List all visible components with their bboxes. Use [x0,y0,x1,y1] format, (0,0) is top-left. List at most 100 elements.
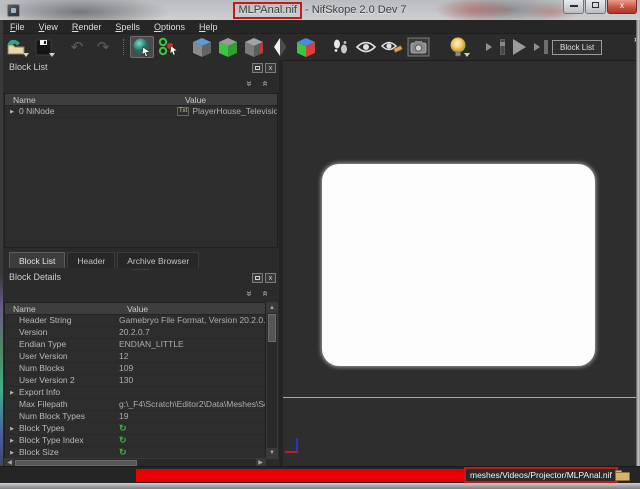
camera-icon [407,37,430,57]
block-list-rows: ▶0 NiNodeTxtPlayerHouse_Television0... [5,106,277,118]
folder-icon[interactable] [615,470,630,481]
view-cube-gray-button[interactable] [242,36,266,58]
row-name: Block Types [19,423,119,434]
block-list-header-row[interactable]: Name Value [5,94,277,106]
view-cube-rgb-button[interactable] [294,36,318,58]
mini-play-icon-2[interactable] [534,43,540,51]
screenshot-button[interactable] [406,36,430,58]
table-row[interactable]: Endian TypeENDIAN_LITTLE [5,339,265,351]
tv-screen-mesh[interactable] [322,164,595,366]
row-value: 20.2.0.7 [119,327,265,338]
float-icon [255,66,260,70]
show-hidden-button[interactable] [354,36,378,58]
expand-arrow-icon[interactable]: ▶ [5,447,19,458]
3d-viewport[interactable] [283,60,636,466]
draw-overlay-button[interactable] [380,36,404,58]
cube-blue-top-icon [192,37,213,58]
toolbar-grip[interactable] [544,40,548,54]
window-title: MLPAnal.nif - NifSkope 2.0 Dev 7 [0,2,640,19]
row-value: TxtPlayerHouse_Television0... [177,106,277,117]
close-panel-button-2[interactable]: x [265,273,276,283]
block-list-panel: Block List x » » Name Value ▶0 NiNodeTxt… [3,61,279,249]
zoom-slider[interactable] [500,39,505,55]
close-panel-button[interactable]: x [265,63,276,73]
maximize-icon [592,2,599,8]
collapse-all-button-2[interactable]: » [244,286,255,302]
lighting-button[interactable] [446,36,470,58]
row-name: Block Type Index [19,435,119,446]
title-bar[interactable]: MLPAnal.nif - NifSkope 2.0 Dev 7 x [0,0,640,20]
mini-play-icon[interactable] [486,43,492,51]
cube-red-edge-icon [244,37,265,58]
table-row[interactable]: Num Blocks109 [5,363,265,375]
block-list-title: Block List [9,62,48,72]
table-row[interactable]: ▶Block Types↻ [5,423,265,435]
save-file-button[interactable] [31,36,55,58]
table-row[interactable]: ▶Block Type Index↻ [5,435,265,447]
expand-all-button[interactable]: » [260,76,271,92]
table-row[interactable]: User Version12 [5,351,265,363]
redo-button[interactable]: ↷ [91,36,115,58]
table-row[interactable]: ▶Export Info [5,387,265,399]
table-row[interactable]: User Version 2130 [5,375,265,387]
column-header-name[interactable]: Name [5,303,119,314]
open-file-button[interactable] [5,36,29,58]
toolbar-separator [123,39,124,55]
row-name: Max Filepath [19,399,119,410]
footprints-icon [332,38,349,56]
vertex-select-button[interactable] [156,36,180,58]
block-list-combo[interactable]: Block List [552,40,602,55]
animation-play-button[interactable] [513,39,526,55]
column-header-value[interactable]: Value [177,94,277,105]
table-row[interactable]: Num Block Types19 [5,411,265,423]
block-details-header-row[interactable]: Name Value [5,303,265,315]
flat-shade-button[interactable] [268,36,292,58]
expand-arrow-icon[interactable]: ▶ [5,435,19,446]
menu-view[interactable]: View [32,22,65,32]
column-header-name[interactable]: Name [5,94,177,105]
column-header-value[interactable]: Value [119,303,265,314]
row-value: g:\_F4\Scratch\Editor2\Data\Meshes\SetDr… [119,399,265,410]
undo-button[interactable]: ↶ [65,36,89,58]
view-cube-blue-button[interactable] [190,36,214,58]
rotate-select-button[interactable] [130,36,154,58]
walk-mode-button[interactable] [328,36,352,58]
eye-pencil-icon [381,39,403,55]
row-indent [5,399,19,410]
table-row[interactable]: Max Filepathg:\_F4\Scratch\Editor2\Data\… [5,399,265,411]
table-row[interactable]: Header StringGamebryo File Format, Versi… [5,315,265,327]
row-name: Num Blocks [19,363,119,374]
block-details-title: Block Details [9,272,61,282]
open-dropdown-arrow[interactable] [23,53,29,57]
expand-all-button-2[interactable]: » [260,286,271,302]
eye-icon [356,40,376,54]
save-dropdown-arrow[interactable] [49,53,55,57]
refresh-icon: ↻ [119,435,127,446]
menu-spells[interactable]: Spells [108,22,147,32]
lighting-dropdown-arrow[interactable] [464,53,470,57]
block-list-table: Name Value ▶0 NiNodeTxtPlayerHouse_Telev… [4,93,278,248]
table-row[interactable]: ▶0 NiNodeTxtPlayerHouse_Television0... [5,106,277,118]
expand-arrow-icon[interactable]: ▶ [5,423,19,434]
row-value: ↻ [119,423,265,434]
menu-render[interactable]: Render [65,22,109,32]
menu-help[interactable]: Help [192,22,225,32]
scroll-up-arrow[interactable]: ▲ [267,303,277,313]
vertical-scrollbar[interactable]: ▲ ▼ [266,302,278,459]
menu-file[interactable]: File [3,22,32,32]
float-panel-button[interactable] [252,63,263,73]
expand-arrow-icon[interactable]: ▶ [5,106,19,117]
menu-options[interactable]: Options [147,22,192,32]
close-button[interactable]: x [607,0,637,14]
row-name: Num Block Types [19,411,119,422]
scroll-down-arrow[interactable]: ▼ [267,448,277,458]
view-cube-green-button[interactable] [216,36,240,58]
scrollbar-thumb[interactable] [268,314,276,342]
minimize-button[interactable] [563,0,584,14]
maximize-button[interactable] [585,0,606,14]
table-row[interactable]: Version20.2.0.7 [5,327,265,339]
expand-arrow-icon[interactable]: ▶ [5,387,19,398]
float-panel-button-2[interactable] [252,273,263,283]
row-name: User Version [19,351,119,362]
collapse-all-button[interactable]: » [244,76,255,92]
